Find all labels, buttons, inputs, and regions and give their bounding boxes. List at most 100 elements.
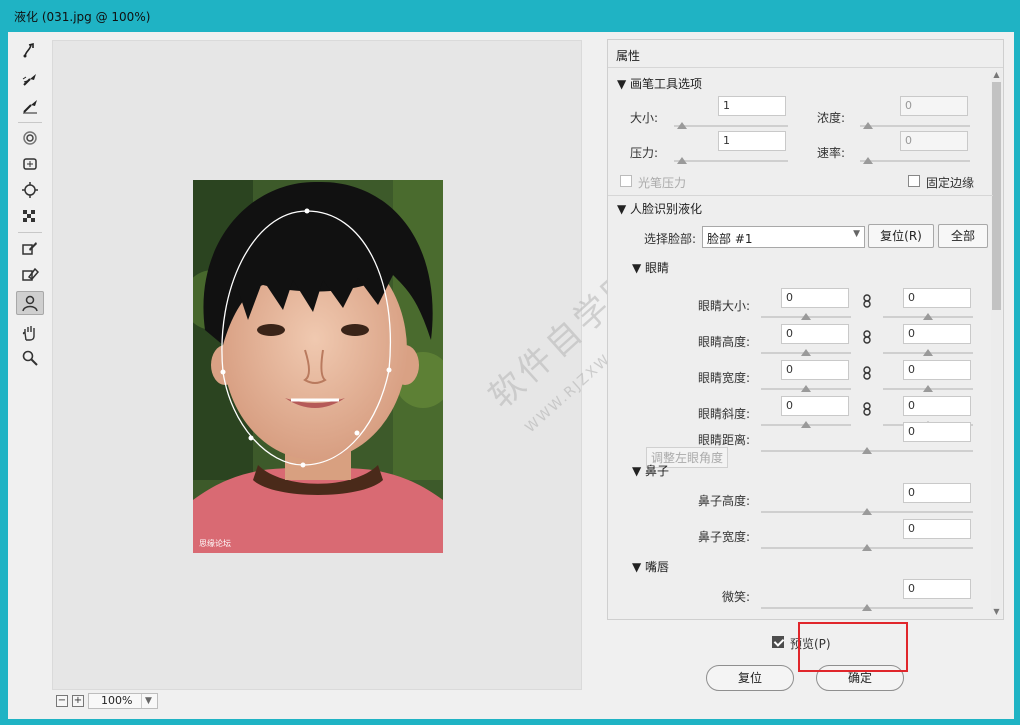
nose-header[interactable]: ▼ 鼻子	[632, 462, 669, 479]
eye-distance-slider[interactable]	[761, 447, 973, 454]
zoom-icon[interactable]	[16, 346, 44, 370]
window-frame-right	[1014, 32, 1020, 725]
chevron-down-icon: ▼	[853, 229, 860, 239]
link-icon[interactable]	[862, 402, 872, 416]
nose-height-label: 鼻子高度:	[698, 494, 751, 508]
eye-right-input[interactable]: 0	[903, 288, 971, 308]
eyes-title: 眼睛	[645, 261, 670, 275]
eye-left-slider[interactable]	[761, 385, 851, 392]
eye-left-slider[interactable]	[761, 349, 851, 356]
properties-panel: 属性 ▲ ▼ ▼ 画笔工具选项 大小: 1 浓度: 0 压力: 1 速率: 0 …	[607, 39, 1004, 620]
eye-row-label: 眼睛宽度:	[698, 371, 751, 385]
brush-options-header[interactable]: ▼ 画笔工具选项	[617, 75, 702, 92]
pin-edges-checkbox[interactable]	[908, 175, 920, 187]
preview-checkbox[interactable]	[772, 636, 784, 648]
zoom-level-value: 100%	[101, 694, 133, 707]
rate-input[interactable]: 0	[900, 131, 968, 151]
link-icon[interactable]	[862, 366, 872, 380]
push-left-icon[interactable]	[16, 204, 44, 228]
link-icon[interactable]	[862, 294, 872, 308]
eye-left-slider[interactable]	[761, 421, 851, 428]
chevron-down-icon: ▼	[141, 694, 155, 708]
nose-height-slider[interactable]	[761, 508, 973, 515]
scroll-down-icon[interactable]: ▼	[991, 607, 1002, 618]
section-divider	[608, 195, 993, 196]
eye-left-slider[interactable]	[761, 313, 851, 320]
face-all-button[interactable]: 全部	[938, 224, 988, 248]
twirl-clockwise-icon[interactable]	[16, 126, 44, 150]
face-select[interactable]: 脸部 #1 ▼	[702, 226, 865, 248]
eye-left-input[interactable]: 0	[781, 324, 849, 344]
nose-height-input[interactable]: 0	[903, 483, 971, 503]
scrollbar-thumb[interactable]	[992, 82, 1001, 310]
eye-right-input[interactable]: 0	[903, 396, 971, 416]
face-tool-icon[interactable]	[16, 291, 44, 315]
bloat-icon[interactable]	[16, 178, 44, 202]
window-titlebar: 液化 (031.jpg @ 100%)	[0, 0, 1020, 32]
pucker-icon[interactable]	[16, 152, 44, 176]
window-frame-left	[0, 32, 8, 725]
size-slider[interactable]	[674, 122, 788, 129]
rate-slider[interactable]	[860, 157, 970, 164]
zoom-in-button[interactable]: +	[72, 695, 84, 707]
face-select-value: 脸部 #1	[707, 232, 753, 246]
smile-slider[interactable]	[761, 604, 973, 611]
eye-right-slider[interactable]	[883, 313, 973, 320]
eye-row-label: 眼睛斜度:	[698, 407, 751, 421]
liquify-dialog: 思缘论坛 软件自学网 WWW.RJZXW.COM − + 100% ▼ 属性 ▲…	[8, 32, 1014, 719]
panel-title: 属性	[608, 40, 1003, 68]
pressure-input[interactable]: 1	[718, 131, 786, 151]
toolbar-divider	[18, 122, 42, 123]
nose-width-label: 鼻子宽度:	[698, 530, 751, 544]
density-slider[interactable]	[860, 122, 970, 129]
eye-right-slider[interactable]	[883, 385, 973, 392]
eye-row-label: 眼睛大小:	[698, 299, 751, 313]
rate-label: 速率:	[817, 146, 846, 160]
link-icon[interactable]	[862, 330, 872, 344]
smile-label: 微笑:	[722, 590, 751, 604]
size-label: 大小:	[630, 111, 659, 125]
freeze-mask-icon[interactable]	[16, 236, 44, 260]
stylus-pressure-label: 光笔压力	[638, 176, 687, 190]
scroll-up-icon[interactable]: ▲	[991, 70, 1002, 81]
photo-preview[interactable]: 思缘论坛	[193, 180, 443, 553]
nose-width-input[interactable]: 0	[903, 519, 971, 539]
eye-right-input[interactable]: 0	[903, 324, 971, 344]
eye-left-input[interactable]: 0	[781, 396, 849, 416]
eye-row-label: 眼睛高度:	[698, 335, 751, 349]
eye-left-input[interactable]: 0	[781, 288, 849, 308]
thaw-mask-icon[interactable]	[16, 262, 44, 286]
window-frame-bottom	[0, 719, 1020, 725]
nose-title: 鼻子	[645, 464, 670, 478]
nose-width-slider[interactable]	[761, 544, 973, 551]
reconstruct-icon[interactable]	[16, 68, 44, 92]
zoom-level-select[interactable]: 100% ▼	[88, 693, 158, 709]
eye-distance-input[interactable]: 0	[903, 422, 971, 442]
forward-warp-icon[interactable]	[16, 38, 44, 62]
preview-canvas[interactable]: 思缘论坛 软件自学网 WWW.RJZXW.COM	[52, 40, 649, 690]
toolbar-divider	[18, 232, 42, 233]
eye-right-input[interactable]: 0	[903, 360, 971, 380]
reset-button[interactable]: 复位	[706, 665, 794, 691]
face-liquify-header[interactable]: ▼ 人脸识别液化	[617, 200, 702, 217]
smile-input[interactable]: 0	[903, 579, 971, 599]
panel-scrollbar[interactable]: ▲ ▼	[991, 70, 1002, 618]
window-title: 液化 (031.jpg @ 100%)	[14, 10, 151, 24]
pressure-slider[interactable]	[674, 157, 788, 164]
smooth-icon[interactable]	[16, 94, 44, 118]
pressure-label: 压力:	[630, 146, 659, 160]
eye-left-input[interactable]: 0	[781, 360, 849, 380]
density-input[interactable]: 0	[900, 96, 968, 116]
eye-distance-label: 眼睛距离:	[698, 433, 751, 447]
brush-options-title: 画笔工具选项	[630, 77, 703, 91]
eyes-header[interactable]: ▼ 眼睛	[632, 259, 669, 276]
photo-credit: 思缘论坛	[199, 539, 231, 548]
hand-icon[interactable]	[16, 321, 44, 345]
stylus-pressure-checkbox[interactable]	[620, 175, 632, 187]
mouth-header[interactable]: ▼ 嘴唇	[632, 558, 669, 575]
mouth-title: 嘴唇	[645, 560, 670, 574]
zoom-out-button[interactable]: −	[56, 695, 68, 707]
face-reset-button[interactable]: 复位(R)	[868, 224, 934, 248]
eye-right-slider[interactable]	[883, 349, 973, 356]
size-input[interactable]: 1	[718, 96, 786, 116]
